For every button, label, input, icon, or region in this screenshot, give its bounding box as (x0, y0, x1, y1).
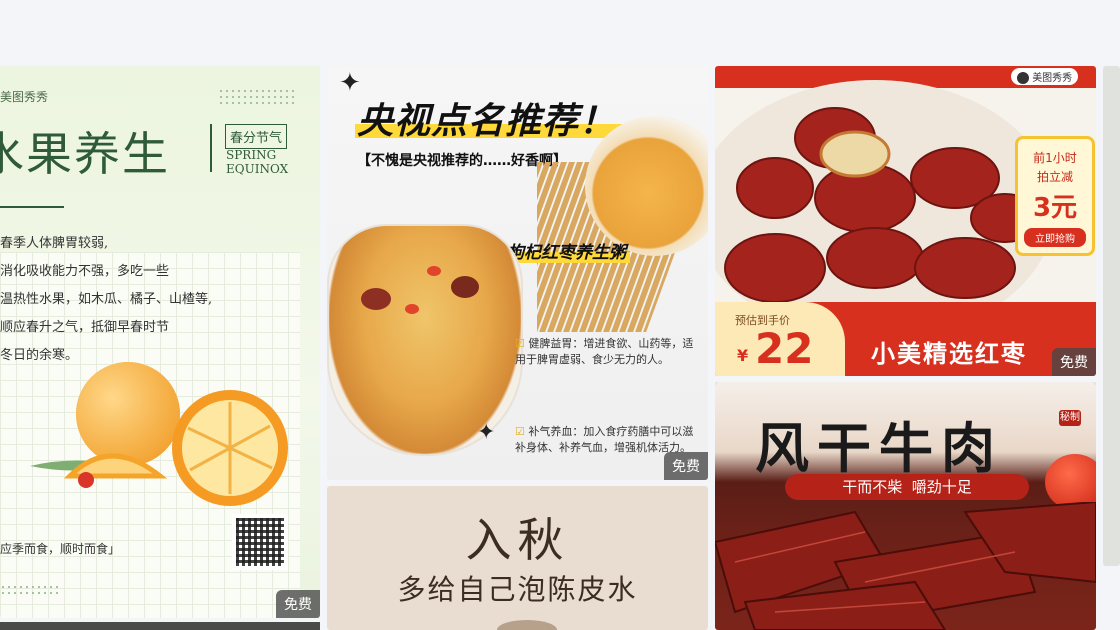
brand-text: 美图秀秀 (0, 90, 49, 104)
template-card-beef[interactable]: 风干牛肉 秘制 干而不柴 嚼劲十足 (715, 382, 1096, 630)
brand-logo-icon (1017, 72, 1029, 84)
brand-chip: 美图秀秀 (1011, 68, 1079, 85)
qr-code (232, 514, 288, 570)
secret-stamp: 秘制 (1059, 410, 1081, 426)
template-card-red-dates[interactable]: 美图秀秀 前1小时 拍立减 3元 立即抢购 预估到手价 ¥ 22 小美精选红枣 … (715, 66, 1096, 376)
title-divider (210, 124, 212, 172)
check-icon: ☑ (515, 337, 525, 350)
free-badge: 免费 (664, 452, 708, 480)
card-title: 央视点名推荐！ (357, 101, 617, 142)
free-badge: 免费 (1052, 348, 1096, 376)
promo-panel: 前1小时 拍立减 3元 立即抢购 (1015, 136, 1095, 256)
promo-button: 立即抢购 (1024, 228, 1086, 247)
card-footer-text: 应季而食，顺时而食」 (0, 542, 121, 556)
english-label-1: SPRING (226, 148, 277, 162)
short-rule (0, 206, 64, 208)
dots-pattern-2 (0, 584, 60, 598)
jujube-2 (451, 276, 479, 298)
card-title: 入秋 (465, 513, 570, 567)
red-dates-image (724, 107, 1040, 303)
point-2-text: 补气养血：加入食疗药膳中可以滋补身体、补养气血，增强机体活力。 (515, 425, 694, 454)
promo-line-2: 拍立减 (1036, 170, 1073, 184)
template-card-porridge[interactable]: ✦ 央视点名推荐！ 【不愧是央视推荐的……好香啊】 ◡ 枸杞红枣养生粥 ☑ 健脾… (327, 66, 708, 480)
template-card-partial[interactable] (1103, 66, 1120, 566)
card-below-strip (0, 622, 320, 630)
body-line-3: 温热性水果，如木瓜、橘子、山楂等, (0, 292, 213, 307)
template-card-autumn[interactable]: 入秋 多给自己泡陈皮水 (327, 486, 708, 630)
slogan-text: 干而不柴 嚼劲十足 (842, 478, 972, 496)
goji-1 (405, 304, 419, 314)
beef-image (715, 502, 1096, 630)
promo-line-1: 前1小时 (1033, 151, 1077, 165)
top-bar (0, 0, 1120, 62)
dish-name: 枸杞红枣养生粥 (503, 238, 630, 263)
slogan-pill: 干而不柴 嚼劲十足 (785, 474, 1029, 500)
card-subtitle: 多给自己泡陈皮水 (397, 573, 638, 606)
check-icon: ☑ (515, 425, 525, 438)
body-line-2: 消化吸收能力不强，多吃一些 (0, 264, 170, 279)
point-1: ☑ 健脾益胃：增进食欲、山药等，适用于脾胃虚弱、食少无力的人。 (515, 336, 701, 368)
card-subtitle: 【不愧是央视推荐的……好香啊】 (357, 153, 567, 169)
brand-text: 美图秀秀 (1032, 73, 1073, 84)
brand-label: 美图秀秀 (0, 88, 48, 105)
body-line-4: 顺应春升之气，抵御早春时节 (0, 320, 170, 335)
card-title: 风干牛肉 (755, 417, 1003, 480)
point-1-text: 健脾益胃：增进食欲、山药等，适用于脾胃虚弱、食少无力的人。 (515, 337, 694, 366)
promo-price: 3元 (1032, 193, 1078, 223)
body-line-1: 春季人体脾胃较弱, (0, 236, 109, 251)
bowl-hint (497, 620, 557, 630)
template-card-fruit[interactable]: 美图秀秀 水果养生 春分节气 SPRING EQUINOX 春季人体脾胃较弱, … (0, 66, 320, 618)
jujube-1 (361, 288, 391, 310)
card-title: 水果养生 (0, 127, 170, 181)
dots-pattern (218, 88, 298, 104)
sparkle-icon-2: ✦ (477, 420, 496, 445)
english-label-2: EQUINOX (226, 162, 289, 176)
currency-symbol: ¥ (737, 346, 749, 365)
goji-2 (427, 266, 441, 276)
price-value: 22 (755, 324, 814, 373)
free-badge: 免费 (276, 590, 320, 618)
solar-term-tag: 春分节气 (225, 124, 288, 149)
orange-illustration (30, 362, 288, 506)
product-name: 小美精选红枣 (871, 340, 1027, 368)
